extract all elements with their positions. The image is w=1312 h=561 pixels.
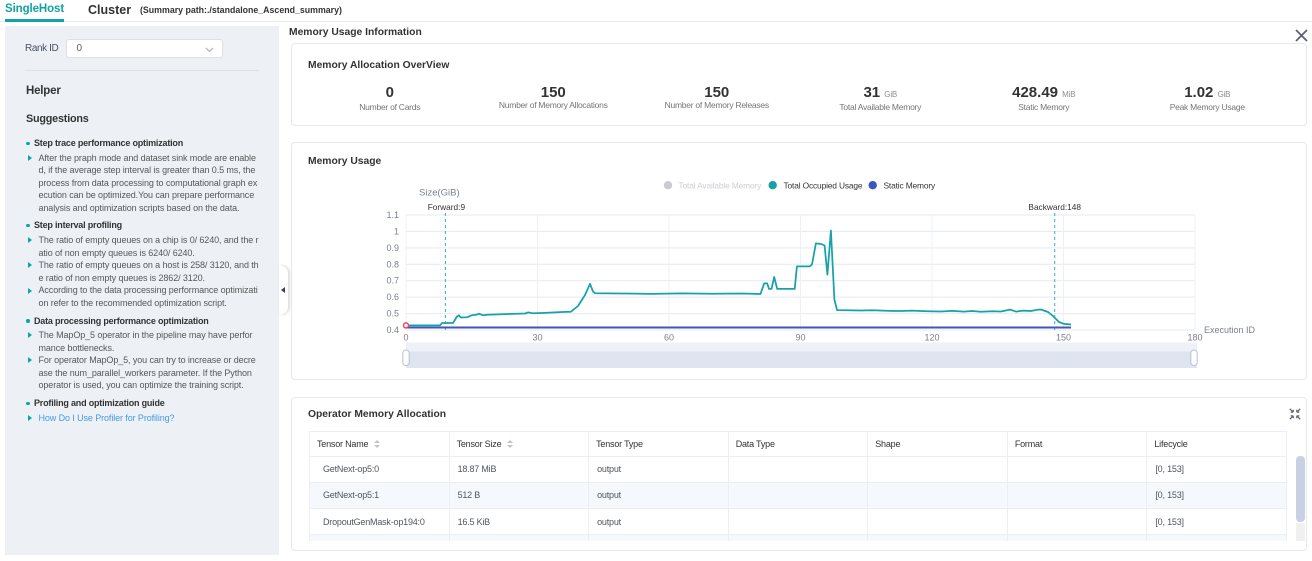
svg-text:0: 0 [403, 333, 408, 343]
svg-text:0.7: 0.7 [386, 276, 399, 286]
svg-text:0.5: 0.5 [386, 309, 399, 319]
svg-text:90: 90 [795, 333, 805, 343]
svg-text:0.9: 0.9 [386, 243, 399, 253]
svg-text:30: 30 [532, 333, 542, 343]
svg-text:1.1: 1.1 [386, 210, 399, 220]
svg-text:0.4: 0.4 [386, 325, 399, 335]
svg-text:Size(GiB): Size(GiB) [419, 188, 460, 199]
svg-text:0.6: 0.6 [386, 292, 399, 302]
svg-text:180: 180 [1187, 333, 1202, 343]
svg-text:60: 60 [664, 333, 674, 343]
svg-text:0.8: 0.8 [386, 259, 399, 269]
svg-text:Execution ID: Execution ID [1204, 325, 1256, 335]
svg-text:Total Available Memory: Total Available Memory [679, 181, 763, 191]
svg-text:Total Occupied Usage: Total Occupied Usage [784, 181, 863, 191]
svg-text:150: 150 [1056, 333, 1071, 343]
svg-text:Forward:9: Forward:9 [428, 202, 466, 212]
svg-text:Backward:148: Backward:148 [1028, 202, 1081, 212]
svg-text:120: 120 [924, 333, 939, 343]
svg-text:1: 1 [394, 226, 399, 236]
svg-text:Static Memory: Static Memory [884, 181, 937, 191]
